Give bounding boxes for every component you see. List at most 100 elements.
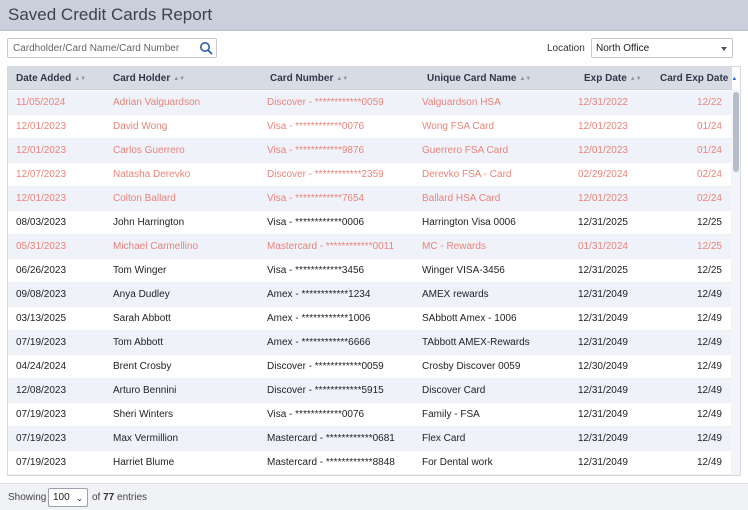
cell-card-exp-date: 12/22 xyxy=(696,97,722,108)
cell-card-holder: Sarah Abbott xyxy=(113,313,171,324)
cell-card-number: Discover - ************0059 xyxy=(267,361,384,372)
table-row[interactable]: 05/31/2023 Michael Carmellino Mastercard -… xyxy=(8,235,732,259)
cell-card-holder: Colton Ballard xyxy=(113,193,176,204)
cell-exp-date: 12/30/2049 xyxy=(577,361,628,372)
column-header-date-added[interactable]: Date Added ▲▼ xyxy=(16,73,86,84)
cell-card-exp-date: 12/49 xyxy=(696,409,722,420)
table-row[interactable]: 07/19/2023 Sheri Winters Visa - **********… xyxy=(8,403,732,427)
cell-date-added: 07/19/2023 xyxy=(16,433,67,444)
column-header-exp-date[interactable]: Exp Date ▲▼ xyxy=(584,73,642,84)
cell-date-added: 05/31/2023 xyxy=(16,241,67,252)
cell-card-number: Discover - ************2359 xyxy=(267,169,384,180)
cell-card-holder: Michael Carmellino xyxy=(113,241,199,252)
table-footer: Showing 100 ⌄ of 77 entries xyxy=(0,483,748,510)
scrollbar-thumb[interactable] xyxy=(733,92,739,172)
cell-unique-card-name: AMEX rewards xyxy=(422,289,489,300)
cell-unique-card-name: MC - Rewards xyxy=(422,241,486,252)
cell-unique-card-name: Ballard HSA Card xyxy=(422,193,501,204)
cell-card-exp-date: 12/49 xyxy=(696,457,722,468)
cell-unique-card-name: Derevko FSA - Card xyxy=(422,169,512,180)
cell-card-exp-date: 12/49 xyxy=(696,313,722,324)
cell-card-holder: Carlos Guerrero xyxy=(113,145,185,156)
cell-unique-card-name: Crosby Discover 0059 xyxy=(422,361,521,372)
cell-card-holder: Adrian Valguardson xyxy=(113,97,201,108)
table-body: 11/05/2024 Adrian Valguardson Discover - *… xyxy=(8,91,732,475)
cell-card-holder: Tom Abbott xyxy=(113,337,164,348)
cell-exp-date: 12/31/2049 xyxy=(577,289,628,300)
cell-unique-card-name: SAbbott Amex - 1006 xyxy=(422,313,517,324)
page-size-select[interactable]: 100 ⌄ xyxy=(48,488,88,507)
cell-unique-card-name: For Dental work xyxy=(422,457,493,468)
table-row[interactable]: 03/13/2025 Sarah Abbott Amex - ***********… xyxy=(8,307,732,331)
cell-card-number: Mastercard - ************0011 xyxy=(267,241,395,252)
cell-exp-date: 12/31/2049 xyxy=(577,313,628,324)
cell-exp-date: 01/31/2024 xyxy=(577,241,628,252)
vertical-scrollbar[interactable] xyxy=(731,90,740,475)
table-row[interactable]: 07/19/2023 Harriet Blume Mastercard - ****… xyxy=(8,451,732,475)
table-row[interactable]: 07/19/2023 Max Vermillion Mastercard - ***… xyxy=(8,427,732,451)
cell-unique-card-name: Flex Card xyxy=(422,433,466,444)
cell-date-added: 12/01/2023 xyxy=(16,145,67,156)
chevron-down-icon: ⌄ xyxy=(76,494,83,503)
cell-card-exp-date: 02/24 xyxy=(696,193,722,204)
cell-exp-date: 02/29/2024 xyxy=(577,169,628,180)
cell-card-exp-date: 12/49 xyxy=(696,433,722,444)
cell-card-holder: Natasha Derevko xyxy=(113,169,191,180)
table-row[interactable]: 12/07/2023 Natasha Derevko Discover - ****… xyxy=(8,163,732,187)
cell-card-exp-date: 02/24 xyxy=(696,169,722,180)
table-row[interactable]: 12/01/2023 David Wong Visa - ************0… xyxy=(8,115,732,139)
column-header-unique-card-name[interactable]: Unique Card Name ▲▼ xyxy=(427,73,531,84)
cell-card-holder: Tom Winger xyxy=(113,265,167,276)
table-row[interactable]: 08/03/2023 John Harrington Visa - ********… xyxy=(8,211,732,235)
location-value: North Office xyxy=(596,43,650,54)
cell-date-added: 06/26/2023 xyxy=(16,265,67,276)
table-row[interactable]: 11/05/2024 Adrian Valguardson Discover - *… xyxy=(8,91,732,115)
table-row[interactable]: 06/26/2023 Tom Winger Visa - ************3… xyxy=(8,259,732,283)
cell-card-holder: Sheri Winters xyxy=(113,409,174,420)
cell-card-exp-date: 12/25 xyxy=(696,217,722,228)
cell-card-holder: Brent Crosby xyxy=(113,361,172,372)
search-box[interactable] xyxy=(7,38,217,58)
cell-date-added: 07/19/2023 xyxy=(16,457,67,468)
sort-icon: ▲▼ xyxy=(173,76,186,82)
page-size-value: 100 xyxy=(53,492,70,503)
sort-icon: ▲▼ xyxy=(629,76,642,82)
cell-card-number: Discover - ************0059 xyxy=(267,97,384,108)
table-row[interactable]: 12/01/2023 Carlos Guerrero Visa - ********… xyxy=(8,139,732,163)
column-header-card-holder[interactable]: Card Holder ▲▼ xyxy=(113,73,185,84)
cell-card-number: Amex - ************1234 xyxy=(267,289,371,300)
search-input[interactable] xyxy=(13,40,198,56)
search-icon[interactable] xyxy=(199,41,213,55)
table-row[interactable]: 12/08/2023 Arturo Bennini Discover - *****… xyxy=(8,379,732,403)
cell-exp-date: 12/31/2049 xyxy=(577,409,628,420)
location-label: Location xyxy=(547,43,585,54)
table-row[interactable]: 04/24/2024 Brent Crosby Discover - *******… xyxy=(8,355,732,379)
cell-date-added: 07/19/2023 xyxy=(16,409,67,420)
column-header-card-exp-date[interactable]: Card Exp Date ▲ xyxy=(660,73,737,84)
cell-card-exp-date: 01/24 xyxy=(696,145,722,156)
cell-card-number: Discover - ************5915 xyxy=(267,385,384,396)
cell-card-exp-date: 12/25 xyxy=(696,265,722,276)
table-row[interactable]: 12/01/2023 Colton Ballard Visa - *********… xyxy=(8,187,732,211)
cell-date-added: 12/08/2023 xyxy=(16,385,67,396)
column-header-card-number[interactable]: Card Number ▲▼ xyxy=(270,73,348,84)
entries-count: of 77 entries xyxy=(92,492,148,503)
cell-unique-card-name: Valguardson HSA xyxy=(422,97,501,108)
cell-date-added: 03/13/2025 xyxy=(16,313,67,324)
cell-exp-date: 12/31/2049 xyxy=(577,337,628,348)
cell-card-number: Amex - ************1006 xyxy=(267,313,371,324)
location-select[interactable]: North Office xyxy=(591,38,733,58)
cell-date-added: 07/19/2023 xyxy=(16,337,67,348)
table-row[interactable]: 07/19/2023 Tom Abbott Amex - ************6… xyxy=(8,331,732,355)
cell-unique-card-name: Family - FSA xyxy=(422,409,480,420)
cell-card-exp-date: 12/49 xyxy=(696,361,722,372)
cell-date-added: 11/05/2024 xyxy=(16,97,66,108)
table-row[interactable]: 09/08/2023 Anya Dudley Amex - ************… xyxy=(8,283,732,307)
chevron-down-icon xyxy=(721,47,727,51)
cell-card-exp-date: 12/49 xyxy=(696,337,722,348)
cell-unique-card-name: Harrington Visa 0006 xyxy=(422,217,516,228)
cell-card-exp-date: 12/25 xyxy=(696,241,722,252)
sort-icon: ▲▼ xyxy=(336,76,349,82)
cell-card-number: Amex - ************6666 xyxy=(267,337,371,348)
sort-icon: ▲▼ xyxy=(519,76,532,82)
